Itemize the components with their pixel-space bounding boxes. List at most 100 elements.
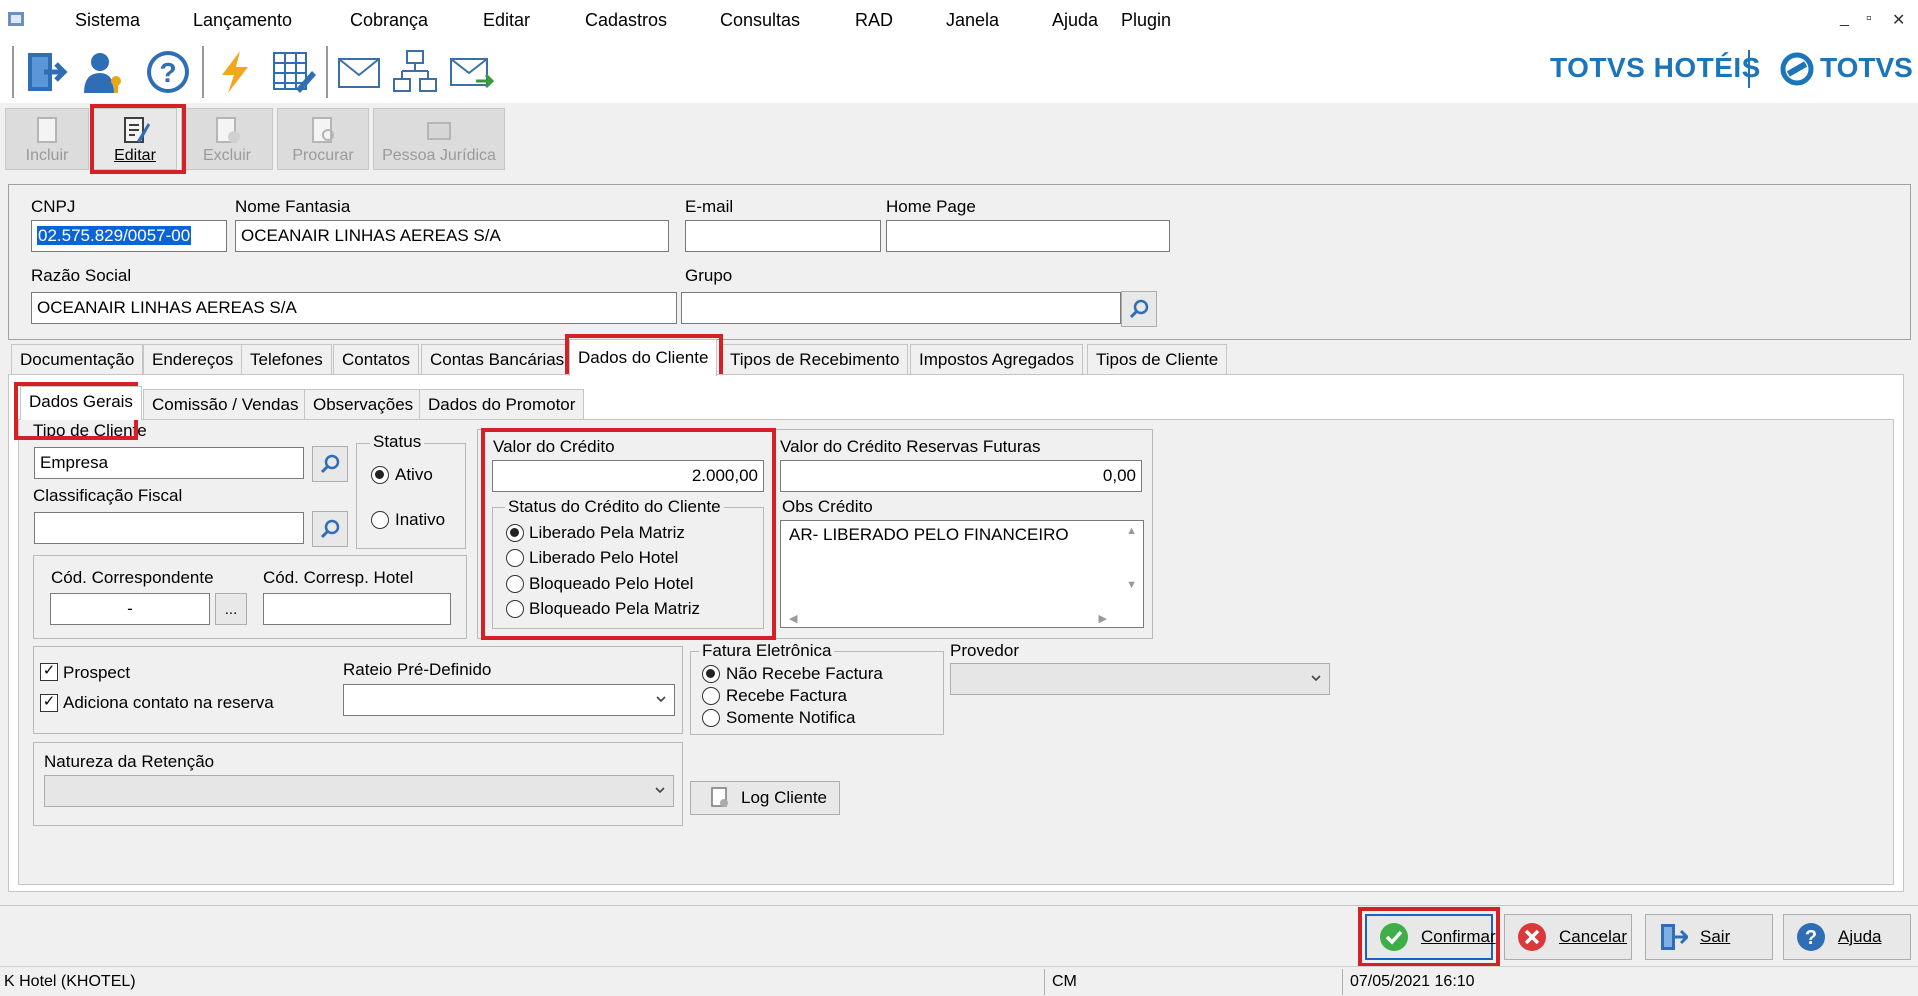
minimize-icon[interactable]: _ (1840, 10, 1849, 28)
menu-plugin[interactable]: Plugin (1121, 10, 1171, 31)
cod-correspondente-field[interactable]: - (50, 593, 210, 625)
procurar-button[interactable]: Procurar (277, 108, 369, 170)
cancelar-label: Cancelar (1559, 927, 1628, 946)
confirmar-button[interactable]: Confirmar (1365, 914, 1496, 960)
ajuda-label: Ajuda (1838, 927, 1882, 946)
tipo-cliente-search-button[interactable] (312, 446, 348, 482)
logout-icon[interactable] (16, 44, 74, 100)
tab-telefones[interactable]: Telefones (241, 344, 332, 375)
cod-corresp-hotel-field[interactable] (263, 593, 451, 625)
mail-icon[interactable] (330, 44, 388, 100)
scroll-left-icon[interactable]: ◀ (789, 612, 797, 625)
restore-icon[interactable]: ▫ (1866, 10, 1872, 28)
totvs-hoteis-logo: TOTVS HOTÉIS (1550, 52, 1761, 83)
exit-door-icon (1661, 924, 1688, 950)
menu-cadastros[interactable]: Cadastros (585, 10, 667, 31)
subtab-dados-gerais[interactable]: Dados Gerais (20, 386, 142, 420)
credito-liberado-matriz-radio[interactable] (506, 524, 524, 542)
credito-liberado-hotel-radio[interactable] (506, 549, 524, 567)
rateio-select[interactable] (343, 684, 675, 716)
tipo-cliente-field[interactable]: Empresa (34, 447, 304, 479)
fatura-somente-notifica-radio[interactable] (702, 709, 720, 727)
search-icon (320, 454, 340, 474)
menu-rad[interactable]: RAD (855, 10, 893, 31)
razao-social-field[interactable]: OCEANAIR LINHAS AEREAS S/A (31, 292, 677, 324)
help-icon[interactable]: ? (139, 44, 197, 100)
fatura-recebe-label: Recebe Factura (726, 686, 847, 705)
subtab-comissao-vendas[interactable]: Comissão / Vendas (143, 389, 308, 420)
home-page-field[interactable] (886, 220, 1170, 252)
fatura-nao-recebe-radio[interactable] (702, 665, 720, 683)
menu-janela[interactable]: Janela (946, 10, 999, 31)
menu-sistema[interactable]: Sistema (75, 10, 140, 31)
grupo-search-button[interactable] (1121, 291, 1157, 327)
status-code: CM (1052, 973, 1077, 990)
menu-bar: Sistema Lançamento Cobrança Editar Cadas… (0, 0, 1918, 40)
tab-impostos-agregados[interactable]: Impostos Agregados (910, 344, 1083, 375)
classificacao-fiscal-search-button[interactable] (312, 511, 348, 547)
cnpj-field[interactable]: 02.575.829/0057-00 (31, 220, 227, 252)
sair-button[interactable]: Sair (1645, 914, 1773, 960)
cancelar-button[interactable]: Cancelar (1504, 914, 1632, 960)
status-bar: K Hotel (KHOTEL) CM 07/05/2021 16:10 (0, 966, 1918, 996)
obs-credito-textarea[interactable]: AR- LIBERADO PELO FINANCEIRO ▲ ▼ ◀ ▶ (780, 520, 1144, 628)
tab-tipos-de-cliente[interactable]: Tipos de Cliente (1087, 344, 1228, 375)
network-icon[interactable] (386, 44, 444, 100)
cod-corresp-hotel-label: Cód. Corresp. Hotel (263, 568, 414, 587)
pessoa-juridica-button[interactable]: Pessoa Jurídica (373, 108, 505, 170)
ajuda-button[interactable]: ? Ajuda (1783, 914, 1911, 960)
status-inativo-radio[interactable] (371, 511, 389, 529)
adiciona-contato-checkbox[interactable]: ✓ (40, 694, 58, 712)
scroll-right-icon[interactable]: ▶ (1099, 612, 1107, 625)
grupo-field[interactable] (681, 292, 1121, 324)
scroll-down-icon[interactable]: ▼ (1126, 579, 1137, 591)
status-ativo-radio[interactable] (371, 466, 389, 484)
tab-dados-do-cliente[interactable]: Dados do Cliente (569, 339, 718, 376)
incluir-button[interactable]: Incluir (5, 108, 89, 170)
menu-lancamento[interactable]: Lançamento (193, 10, 292, 31)
bottom-separator (0, 905, 1918, 906)
mail-send-icon[interactable] (442, 44, 500, 100)
scroll-up-icon[interactable]: ▲ (1126, 525, 1137, 537)
toolbar-separator (12, 46, 14, 98)
nome-fantasia-field[interactable]: OCEANAIR LINHAS AEREAS S/A (235, 220, 669, 252)
credito-bloqueado-matriz-radio[interactable] (506, 600, 524, 618)
provedor-select[interactable] (950, 663, 1330, 695)
tab-contas-bancarias[interactable]: Contas Bancárias (421, 344, 574, 375)
grupo-label: Grupo (685, 266, 733, 285)
fatura-recebe-radio[interactable] (702, 687, 720, 705)
provedor-label: Provedor (950, 641, 1019, 660)
valor-credito-field[interactable]: 2.000,00 (492, 460, 764, 492)
cod-correspondente-ellipsis-button[interactable]: ... (215, 593, 247, 625)
credito-bloqueado-hotel-radio[interactable] (506, 575, 524, 593)
menu-cobranca[interactable]: Cobrança (350, 10, 428, 31)
prospect-checkbox[interactable]: ✓ (40, 663, 58, 681)
status-group (356, 443, 466, 549)
fatura-label: Fatura Eletrônica (699, 641, 835, 661)
tab-enderecos[interactable]: Endereços (143, 344, 243, 375)
menu-ajuda[interactable]: Ajuda (1052, 10, 1098, 31)
user-key-icon[interactable] (74, 44, 132, 100)
excluir-button[interactable]: Excluir (181, 108, 273, 170)
home-page-label: Home Page (886, 197, 976, 216)
close-icon[interactable]: ✕ (1892, 10, 1905, 30)
subtab-observacoes[interactable]: Observações (304, 389, 423, 420)
classificacao-fiscal-field[interactable] (34, 512, 304, 544)
grid-edit-icon[interactable] (264, 44, 322, 100)
natureza-select[interactable] (44, 775, 674, 807)
menu-consultas[interactable]: Consultas (720, 10, 800, 31)
tab-tipos-de-recebimento[interactable]: Tipos de Recebimento (721, 344, 909, 375)
tab-contatos[interactable]: Contatos (333, 344, 420, 375)
email-field[interactable] (685, 220, 881, 252)
confirmar-label: Confirmar (1421, 927, 1496, 946)
log-cliente-button[interactable]: Log Cliente (690, 781, 840, 815)
subtab-dados-do-promotor[interactable]: Dados do Promotor (419, 389, 585, 420)
fatura-nao-recebe-label: Não Recebe Factura (726, 664, 883, 683)
obs-credito-value: AR- LIBERADO PELO FINANCEIRO (789, 525, 1069, 544)
menu-editar[interactable]: Editar (483, 10, 530, 31)
tab-documentacao[interactable]: Documentação (11, 344, 144, 375)
lightning-icon[interactable] (206, 44, 264, 100)
excluir-label: Excluir (202, 147, 251, 164)
editar-button[interactable]: Editar (93, 108, 177, 170)
valor-credito-futuras-field[interactable]: 0,00 (780, 460, 1142, 492)
